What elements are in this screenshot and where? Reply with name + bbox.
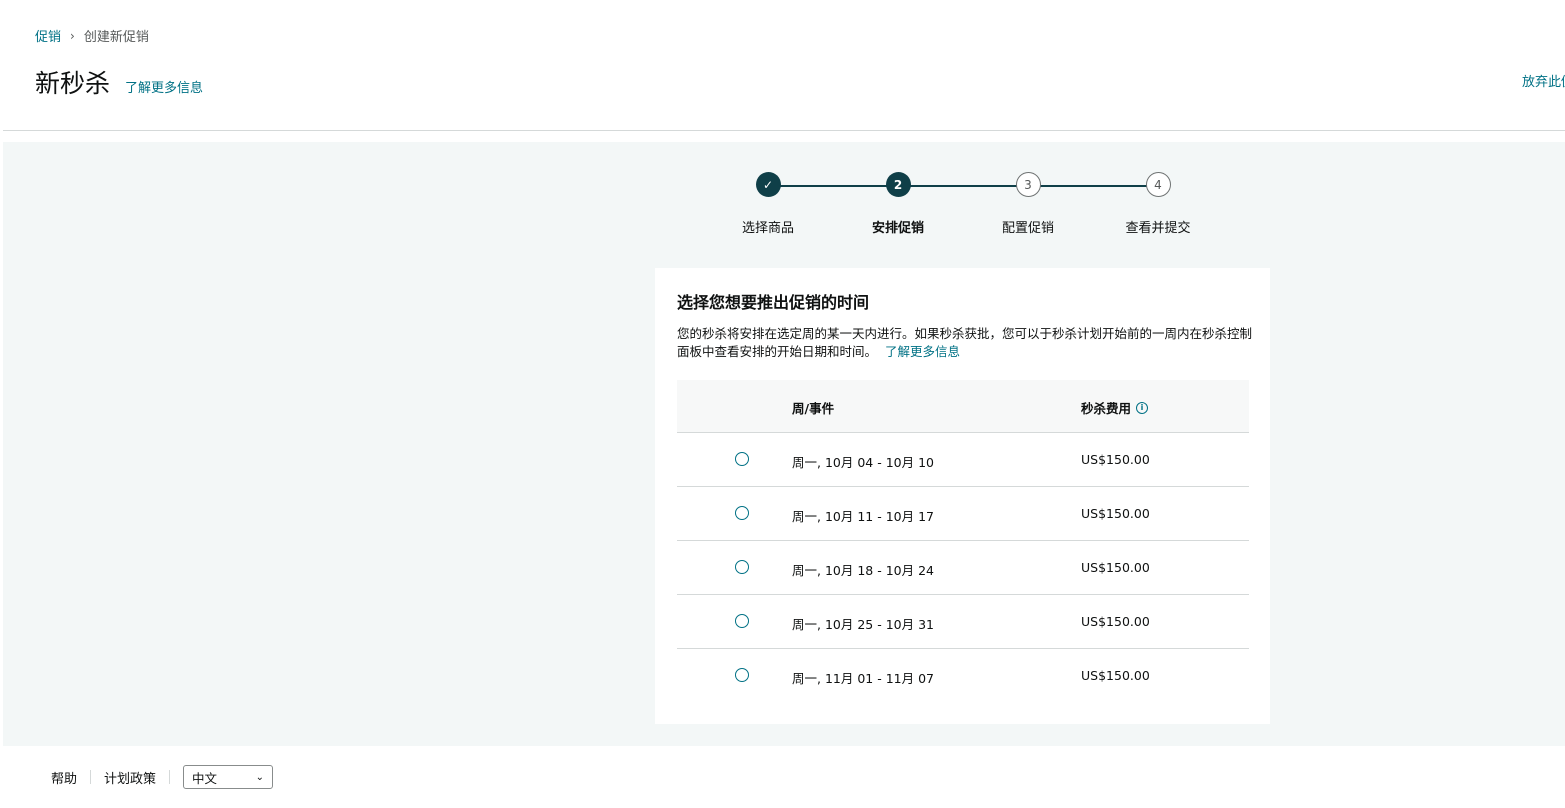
divider <box>169 770 171 784</box>
week-radio[interactable] <box>735 668 749 682</box>
step-number-4: 4 <box>1145 172 1171 197</box>
step-number-3: 3 <box>1015 172 1041 197</box>
program-policy-link[interactable]: 计划政策 <box>104 768 156 787</box>
footer: 帮助 计划政策 中文 ⌄ <box>0 746 1565 808</box>
week-cell: 周一, 10月 04 - 10月 10 <box>792 455 934 470</box>
abandon-promotion-link[interactable]: 放弃此促销 <box>1522 71 1565 90</box>
column-header-label: 周/事件 <box>792 401 835 416</box>
language-value: 中文 <box>192 770 218 786</box>
breadcrumb-current: 创建新促销 <box>83 30 149 45</box>
schedule-card: 选择您想要推出促销的时间 您的秒杀将安排在选定周的某一天内进行。如果秒杀获批，您… <box>655 268 1270 724</box>
step-label: 配置促销 <box>1001 221 1054 236</box>
step-label: 查看并提交 <box>1125 221 1191 236</box>
week-radio[interactable] <box>735 452 749 466</box>
step-select-products: ✓ 选择商品 <box>713 172 823 236</box>
week-radio[interactable] <box>735 560 749 574</box>
week-radio[interactable] <box>735 614 749 628</box>
card-title: 选择您想要推出促销的时间 <box>677 293 870 312</box>
table-row[interactable]: 周一, 10月 25 - 10月 31 US$150.00 <box>677 595 1249 649</box>
title-row: 新秒杀 了解更多信息 <box>35 64 203 100</box>
page-title: 新秒杀 <box>35 69 111 98</box>
table-row[interactable]: 周一, 10月 04 - 10月 10 US$150.00 <box>677 433 1249 487</box>
chevron-down-icon: ⌄ <box>255 771 265 783</box>
footer-links: 帮助 计划政策 中文 ⌄ <box>51 765 274 789</box>
week-cell: 周一, 10月 18 - 10月 24 <box>792 563 934 578</box>
help-link[interactable]: 帮助 <box>51 768 77 787</box>
step-configure: 3 配置促销 <box>973 172 1083 236</box>
description-text: 您的秒杀将安排在选定周的某一天内进行。如果秒杀获批，您可以于秒杀计划开始前的一周… <box>677 326 1253 359</box>
fee-cell: US$150.00 <box>1081 452 1150 467</box>
table-header: 周/事件 秒杀费用 i <box>677 380 1249 433</box>
column-header-week: 周/事件 <box>792 398 834 417</box>
week-cell: 周一, 10月 25 - 10月 31 <box>792 617 934 632</box>
table-row[interactable]: 周一, 11月 01 - 11月 07 US$150.00 <box>677 649 1249 703</box>
card-description: 您的秒杀将安排在选定周的某一天内进行。如果秒杀获批，您可以于秒杀计划开始前的一周… <box>677 325 1257 361</box>
info-icon[interactable]: i <box>1136 401 1149 414</box>
column-header-label: 秒杀费用 <box>1081 401 1132 416</box>
step-review-submit: 4 查看并提交 <box>1103 172 1213 236</box>
divider <box>3 130 1565 131</box>
learn-more-link[interactable]: 了解更多信息 <box>125 77 203 96</box>
learn-more-link[interactable]: 了解更多信息 <box>885 344 960 359</box>
step-schedule: 2 安排促销 <box>843 172 953 236</box>
week-radio[interactable] <box>735 506 749 520</box>
progress-stepper: ✓ 选择商品 2 安排促销 3 配置促销 4 查看并提交 <box>728 172 1208 242</box>
divider <box>90 770 92 784</box>
language-select[interactable]: 中文 ⌄ <box>183 765 274 789</box>
table-row[interactable]: 周一, 10月 18 - 10月 24 US$150.00 <box>677 541 1249 595</box>
fee-cell: US$150.00 <box>1081 506 1150 521</box>
fee-cell: US$150.00 <box>1081 614 1150 629</box>
week-cell: 周一, 11月 01 - 11月 07 <box>792 671 934 686</box>
table-row[interactable]: 周一, 10月 11 - 10月 17 US$150.00 <box>677 487 1249 541</box>
column-header-fee: 秒杀费用 i <box>1081 398 1149 417</box>
fee-cell: US$150.00 <box>1081 560 1150 575</box>
chevron-right-icon: › <box>70 28 75 43</box>
week-cell: 周一, 10月 11 - 10月 17 <box>792 509 934 524</box>
fee-cell: US$150.00 <box>1081 668 1150 683</box>
step-label: 安排促销 <box>871 221 924 236</box>
step-label: 选择商品 <box>741 221 794 236</box>
breadcrumb-link-promotions[interactable]: 促销 <box>35 26 61 45</box>
breadcrumb: 促销 › 创建新促销 <box>35 26 149 46</box>
week-table: 周/事件 秒杀费用 i 周一, 10月 04 - 10月 10 US$150.0… <box>677 380 1249 703</box>
checkmark-icon: ✓ <box>755 172 781 197</box>
step-number-2: 2 <box>885 172 911 197</box>
